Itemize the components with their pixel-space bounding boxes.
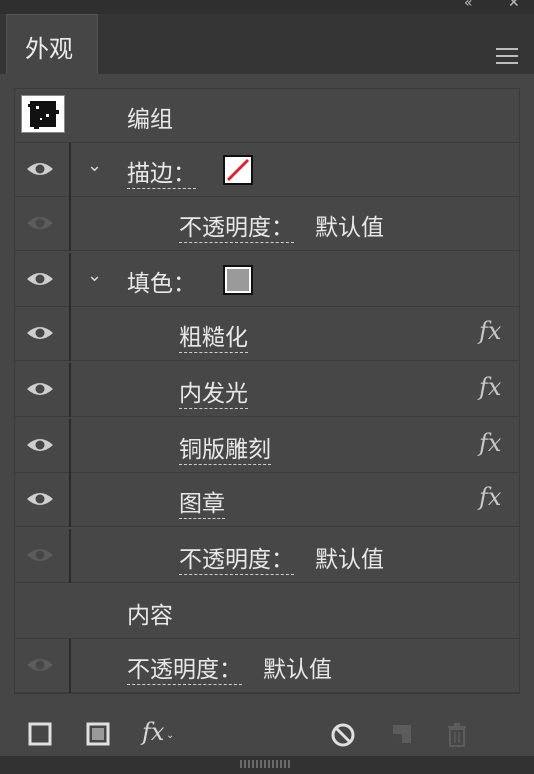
- stroke-opacity-label[interactable]: 不透明度：: [179, 208, 294, 243]
- effect-label[interactable]: 粗糙化: [179, 318, 248, 353]
- eye-icon[interactable]: [25, 323, 55, 343]
- group-label: 编组: [127, 107, 173, 133]
- clear-appearance-icon[interactable]: [330, 722, 356, 748]
- row-stroke-opacity[interactable]: 不透明度： 默认值: [15, 197, 519, 251]
- divider: [69, 529, 71, 583]
- row-effect-roughen[interactable]: 粗糙化 fx: [15, 307, 519, 361]
- stroke-opacity-value: 默认值: [315, 215, 384, 241]
- eye-icon[interactable]: [25, 269, 55, 289]
- divider: [69, 363, 71, 417]
- row-fill-opacity[interactable]: 不透明度： 默认值: [15, 529, 519, 583]
- divider: [69, 639, 71, 693]
- eye-icon[interactable]: [25, 379, 55, 399]
- eye-icon-disabled[interactable]: [25, 655, 55, 675]
- appearance-list: 编组 ⌄ 描边： 不透明度： 默认值 ⌄ 填色： 粗糙化 fx 内发光 fx 铜…: [14, 88, 520, 694]
- window-titlebar: « ✕: [0, 0, 534, 14]
- chevron-down-icon[interactable]: ⌄: [87, 265, 102, 286]
- divider: [69, 473, 71, 527]
- row-effect-stamp[interactable]: 图章 fx: [15, 473, 519, 527]
- add-effect-icon[interactable]: fx: [142, 718, 164, 746]
- duplicate-item-icon[interactable]: [390, 722, 414, 746]
- fill-opacity-label[interactable]: 不透明度：: [179, 540, 294, 575]
- row-stroke[interactable]: ⌄ 描边：: [15, 143, 519, 197]
- close-icon[interactable]: ✕: [508, 0, 520, 10]
- chevron-down-icon: ⌄: [166, 730, 175, 741]
- effect-label[interactable]: 内发光: [179, 374, 248, 409]
- add-new-stroke-icon[interactable]: [28, 722, 52, 746]
- effect-label[interactable]: 铜版雕刻: [179, 430, 271, 465]
- tab-appearance[interactable]: 外观: [6, 14, 98, 74]
- row-group[interactable]: 编组: [15, 89, 519, 143]
- eye-icon[interactable]: [25, 435, 55, 455]
- hamburger-menu-icon[interactable]: [496, 48, 518, 64]
- divider: [69, 307, 71, 361]
- row-fill[interactable]: ⌄ 填色：: [15, 253, 519, 307]
- collapse-icon[interactable]: «: [464, 0, 473, 10]
- fill-opacity-value: 默认值: [315, 547, 384, 573]
- chevron-down-icon[interactable]: ⌄: [87, 155, 102, 176]
- contents-label: 内容: [127, 603, 173, 629]
- tab-bar: 外观: [0, 14, 534, 74]
- row-effect-inner-glow[interactable]: 内发光 fx: [15, 363, 519, 417]
- fill-swatch[interactable]: [223, 265, 253, 295]
- fx-icon[interactable]: fx: [479, 317, 501, 345]
- eye-icon-disabled[interactable]: [25, 213, 55, 233]
- stroke-label[interactable]: 描边：: [127, 154, 196, 189]
- divider: [69, 197, 71, 251]
- add-new-fill-icon[interactable]: [86, 722, 110, 746]
- opacity-value: 默认值: [263, 657, 332, 683]
- fill-label[interactable]: 填色：: [127, 264, 196, 298]
- effect-label[interactable]: 图章: [179, 484, 225, 519]
- eye-icon[interactable]: [25, 159, 55, 179]
- tab-label: 外观: [25, 35, 73, 63]
- fx-icon[interactable]: fx: [479, 373, 501, 401]
- row-effect-mezzotint[interactable]: 铜版雕刻 fx: [15, 419, 519, 473]
- divider: [69, 253, 71, 307]
- row-opacity[interactable]: 不透明度： 默认值: [15, 639, 519, 693]
- eye-icon-disabled[interactable]: [25, 545, 55, 565]
- fx-icon[interactable]: fx: [479, 483, 501, 511]
- panel-footer-toolbar: fx ⌄: [0, 700, 534, 774]
- fx-icon[interactable]: fx: [479, 429, 501, 457]
- divider: [69, 419, 71, 473]
- trash-icon[interactable]: [446, 722, 468, 748]
- opacity-label[interactable]: 不透明度：: [127, 650, 242, 685]
- eye-icon[interactable]: [25, 489, 55, 509]
- stroke-swatch[interactable]: [223, 155, 253, 185]
- row-contents[interactable]: 内容: [15, 585, 519, 639]
- group-thumbnail: [21, 95, 65, 133]
- resize-grip[interactable]: [0, 756, 534, 774]
- divider: [69, 143, 71, 197]
